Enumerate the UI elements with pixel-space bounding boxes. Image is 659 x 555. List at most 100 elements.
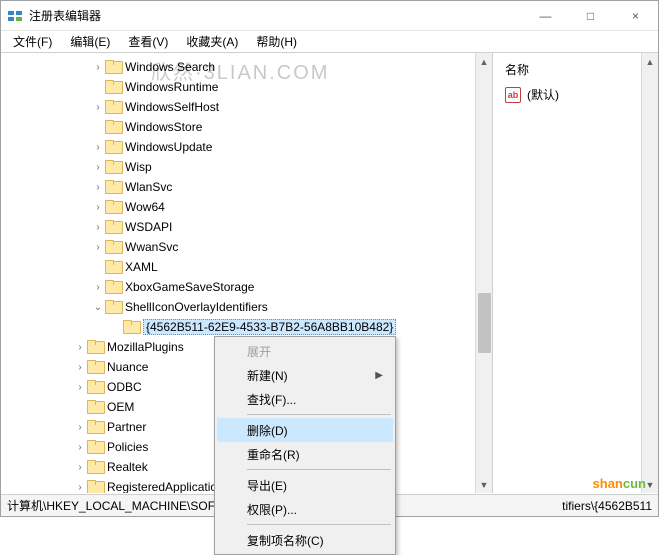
tree-item-label: Nuance	[107, 360, 148, 374]
chevron-right-icon[interactable]: ›	[73, 462, 87, 473]
folder-icon	[87, 440, 103, 454]
menu-file[interactable]: 文件(F)	[5, 31, 60, 52]
tree-item[interactable]: ›WlanSvc	[1, 177, 492, 197]
menubar: 文件(F) 编辑(E) 查看(V) 收藏夹(A) 帮助(H)	[1, 31, 658, 53]
tree-item[interactable]: {4562B511-62E9-4533-B7B2-56A8BB10B482}	[1, 317, 492, 337]
context-menu-item: 展开	[217, 339, 393, 363]
values-pane: 名称 ab (默认) ▲ ▼	[493, 53, 658, 493]
chevron-right-icon[interactable]: ›	[91, 102, 105, 113]
folder-icon	[105, 180, 121, 194]
menu-favorites[interactable]: 收藏夹(A)	[178, 31, 246, 52]
chevron-right-icon[interactable]: ›	[73, 422, 87, 433]
chevron-right-icon[interactable]: ›	[91, 222, 105, 233]
chevron-right-icon[interactable]: ›	[73, 442, 87, 453]
chevron-right-icon[interactable]: ›	[73, 362, 87, 373]
tree-item-label: XboxGameSaveStorage	[125, 280, 254, 294]
tree-item-label: WindowsStore	[125, 120, 202, 134]
value-row-default[interactable]: ab (默认)	[501, 84, 650, 105]
tree-item[interactable]: WindowsStore	[1, 117, 492, 137]
chevron-down-icon[interactable]: ⌄	[91, 302, 105, 313]
column-header-name[interactable]: 名称	[501, 57, 650, 84]
context-menu: 展开新建(N)▶ 查找(F)... 删除(D) 重命名(R) 导出(E) 权限(P)...…	[214, 336, 396, 555]
context-menu-label: 新建(N)	[247, 367, 288, 384]
menu-view[interactable]: 查看(V)	[120, 31, 176, 52]
context-menu-item[interactable]: 导出(E)	[217, 473, 393, 497]
chevron-right-icon[interactable]: ›	[73, 382, 87, 393]
context-menu-label: 权限(P)...	[247, 501, 297, 518]
folder-icon	[105, 300, 121, 314]
chevron-right-icon[interactable]: ›	[91, 202, 105, 213]
tree-item[interactable]: › WwanSvc	[1, 237, 492, 257]
folder-icon	[123, 320, 139, 334]
chevron-right-icon[interactable]: ›	[91, 62, 105, 73]
folder-icon	[87, 420, 103, 434]
tree-item-label: Windows Search	[125, 60, 215, 74]
tree-item-label: Wisp	[125, 160, 152, 174]
window-title: 注册表编辑器	[29, 7, 523, 24]
chevron-right-icon[interactable]: ›	[91, 182, 105, 193]
maximize-button[interactable]: □	[568, 1, 613, 30]
folder-icon	[87, 460, 103, 474]
chevron-right-icon[interactable]: ›	[91, 162, 105, 173]
menu-help[interactable]: 帮助(H)	[248, 31, 305, 52]
tree-item[interactable]: XAML	[1, 257, 492, 277]
context-menu-label: 导出(E)	[247, 477, 287, 494]
tree-item-label: Realtek	[107, 460, 148, 474]
tree-item-label: Wow64	[125, 200, 165, 214]
tree-item-label: ShellIconOverlayIdentifiers	[125, 300, 268, 314]
tree-item[interactable]: › XboxGameSaveStorage	[1, 277, 492, 297]
tree-item[interactable]: WindowsRuntime	[1, 77, 492, 97]
scrollbar-up-icon[interactable]: ▲	[642, 53, 658, 70]
folder-icon	[105, 80, 121, 94]
status-path-tail: tifiers\{4562B511	[562, 499, 652, 513]
chevron-right-icon[interactable]: ›	[91, 142, 105, 153]
context-menu-label: 查找(F)...	[247, 391, 296, 408]
tree-item[interactable]: › Wow64	[1, 197, 492, 217]
tree-item[interactable]: › WindowsUpdate	[1, 137, 492, 157]
folder-icon	[105, 60, 121, 74]
folder-icon	[105, 160, 121, 174]
tree-item[interactable]: › Wisp	[1, 157, 492, 177]
tree-item-label: WindowsSelfHost	[125, 100, 219, 114]
context-menu-item[interactable]: 权限(P)...	[217, 497, 393, 521]
context-menu-item[interactable]: 复制项名称(C)	[217, 528, 393, 552]
chevron-right-icon[interactable]: ›	[73, 482, 87, 493]
scrollbar-down-icon[interactable]: ▼	[476, 476, 492, 493]
site-watermark: shancun	[593, 476, 646, 491]
folder-icon	[105, 260, 121, 274]
tree-item-label: {4562B511-62E9-4533-B7B2-56A8BB10B482}	[143, 319, 396, 335]
scrollbar-up-icon[interactable]: ▲	[476, 53, 492, 70]
tree-item-label: Policies	[107, 440, 148, 454]
tree-item[interactable]: ›WSDAPI	[1, 217, 492, 237]
folder-icon	[105, 140, 121, 154]
tree-item-label: Partner	[107, 420, 146, 434]
chevron-right-icon[interactable]: ›	[91, 242, 105, 253]
scrollbar-thumb[interactable]	[478, 293, 491, 353]
values-scrollbar[interactable]: ▲ ▼	[641, 53, 658, 493]
tree-item-label: WindowsUpdate	[125, 140, 212, 154]
tree-item-label: WwanSvc	[125, 240, 178, 254]
folder-icon	[87, 360, 103, 374]
folder-icon	[105, 220, 121, 234]
tree-item[interactable]: › WindowsSelfHost	[1, 97, 492, 117]
menu-edit[interactable]: 编辑(E)	[62, 31, 118, 52]
folder-icon	[105, 120, 121, 134]
context-menu-item[interactable]: 重命名(R)	[217, 442, 393, 466]
context-menu-item[interactable]: 删除(D)	[217, 418, 393, 442]
close-button[interactable]: ×	[613, 1, 658, 30]
folder-icon	[87, 380, 103, 394]
tree-scrollbar[interactable]: ▲ ▼	[475, 53, 492, 493]
minimize-button[interactable]: —	[523, 1, 568, 30]
tree-item-label: XAML	[125, 260, 158, 274]
tree-item[interactable]: ⌄ ShellIconOverlayIdentifiers	[1, 297, 492, 317]
context-menu-separator	[247, 469, 391, 470]
context-menu-label: 重命名(R)	[247, 446, 300, 463]
app-icon	[7, 8, 23, 24]
chevron-right-icon[interactable]: ›	[91, 282, 105, 293]
chevron-right-icon[interactable]: ›	[73, 342, 87, 353]
folder-icon	[87, 340, 103, 354]
titlebar: 注册表编辑器 — □ ×	[1, 1, 658, 31]
context-menu-item[interactable]: 新建(N)▶	[217, 363, 393, 387]
tree-item[interactable]: › Windows Search	[1, 57, 492, 77]
context-menu-item[interactable]: 查找(F)...	[217, 387, 393, 411]
